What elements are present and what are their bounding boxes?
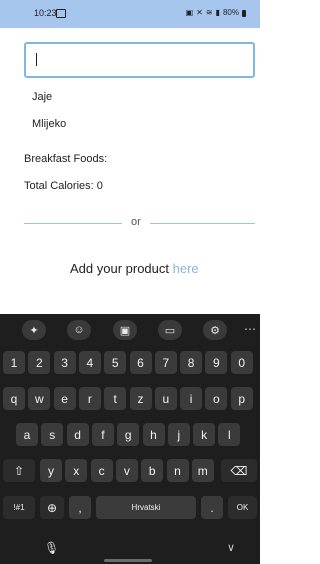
shift-icon[interactable]: ⇧ [3,459,35,482]
key-d[interactable]: d [66,423,89,446]
key-x[interactable]: x [65,459,88,482]
period-key[interactable]: . [201,496,223,519]
divider-line-right [150,223,255,224]
key-t[interactable]: t [104,387,127,410]
status-bar: 10:23 ▣ ✕ ≋ ▮ 80% [0,0,260,28]
add-product-text: Add your product here [70,261,199,276]
comma-key[interactable]: , [69,496,91,519]
sparkle-icon[interactable]: ✦ [22,320,46,340]
key-l[interactable]: l [218,423,241,446]
key-0[interactable]: 0 [230,351,253,374]
key-6[interactable]: 6 [129,351,152,374]
key-2[interactable]: 2 [28,351,51,374]
key-u[interactable]: u [154,387,177,410]
key-h[interactable]: h [142,423,165,446]
key-4[interactable]: 4 [78,351,101,374]
wifi-icon: ≋ [205,8,213,17]
key-q[interactable]: q [3,387,25,410]
key-e[interactable]: e [53,387,76,410]
key-z[interactable]: z [129,387,152,410]
key-m[interactable]: m [191,459,214,482]
breakfast-foods-label: Breakfast Foods: [24,153,108,165]
key-7[interactable]: 7 [154,351,177,374]
chevron-down-icon[interactable]: ∨ [227,541,235,554]
search-input[interactable] [24,42,255,78]
sticker-icon[interactable]: ▣ [113,320,137,340]
key-v[interactable]: v [115,459,138,482]
battery-label: 80% [222,8,239,17]
backspace-icon[interactable]: ⌫ [221,459,257,482]
divider-line-left [24,223,122,224]
key-b[interactable]: b [141,459,164,482]
key-i[interactable]: i [180,387,203,410]
key-1[interactable]: 1 [3,351,25,374]
add-product-link[interactable]: here [173,261,199,276]
ok-key[interactable]: OK [228,496,257,519]
total-calories-label: Total Calories: 0 [24,180,103,192]
key-c[interactable]: c [90,459,113,482]
status-icons: ▣ ✕ ≋ ▮ 80% [186,8,246,18]
microphone-icon[interactable]: 🎙 [44,541,59,555]
key-8[interactable]: 8 [180,351,203,374]
key-y[interactable]: y [40,459,62,482]
emoji-icon[interactable]: ☺ [67,320,91,340]
key-k[interactable]: k [193,423,216,446]
key-w[interactable]: w [28,387,51,410]
space-key[interactable]: Hrvatski [96,496,196,519]
key-r[interactable]: r [78,387,101,410]
more-options-icon[interactable]: ⋯ [244,322,256,336]
key-p[interactable]: p [230,387,253,410]
key-n[interactable]: n [166,459,189,482]
soft-keyboard: ✦ ☺ ▣ ▭ ⚙ ⋯ 1234567890 qwertzuiop asdfghjk… [0,314,260,564]
suggestion-item-jaje[interactable]: Jaje [32,91,52,103]
key-a[interactable]: a [16,423,38,446]
key-j[interactable]: j [167,423,190,446]
key-5[interactable]: 5 [104,351,127,374]
key-s[interactable]: s [41,423,64,446]
navigation-handle[interactable] [104,559,152,562]
clipboard-icon[interactable]: ▭ [158,320,182,340]
key-3[interactable]: 3 [53,351,76,374]
status-time: 10:23 [34,8,57,18]
globe-icon[interactable]: ⊕ [40,496,64,519]
mute-icon: ✕ [196,8,203,17]
key-9[interactable]: 9 [205,351,228,374]
lock-icon: ▣ [185,8,194,17]
battery-icon [242,9,246,17]
key-o[interactable]: o [205,387,228,410]
key-f[interactable]: f [91,423,114,446]
signal-icon: ▮ [215,8,220,17]
photo-icon [56,9,66,18]
add-product-prefix: Add your product [70,261,173,276]
divider-or-text: or [131,216,141,228]
suggestion-item-mlijeko[interactable]: Mlijeko [32,118,66,130]
settings-icon[interactable]: ⚙ [203,320,227,340]
text-cursor [36,53,37,66]
key-g[interactable]: g [117,423,140,446]
symbols-key[interactable]: !#1 [3,496,35,519]
